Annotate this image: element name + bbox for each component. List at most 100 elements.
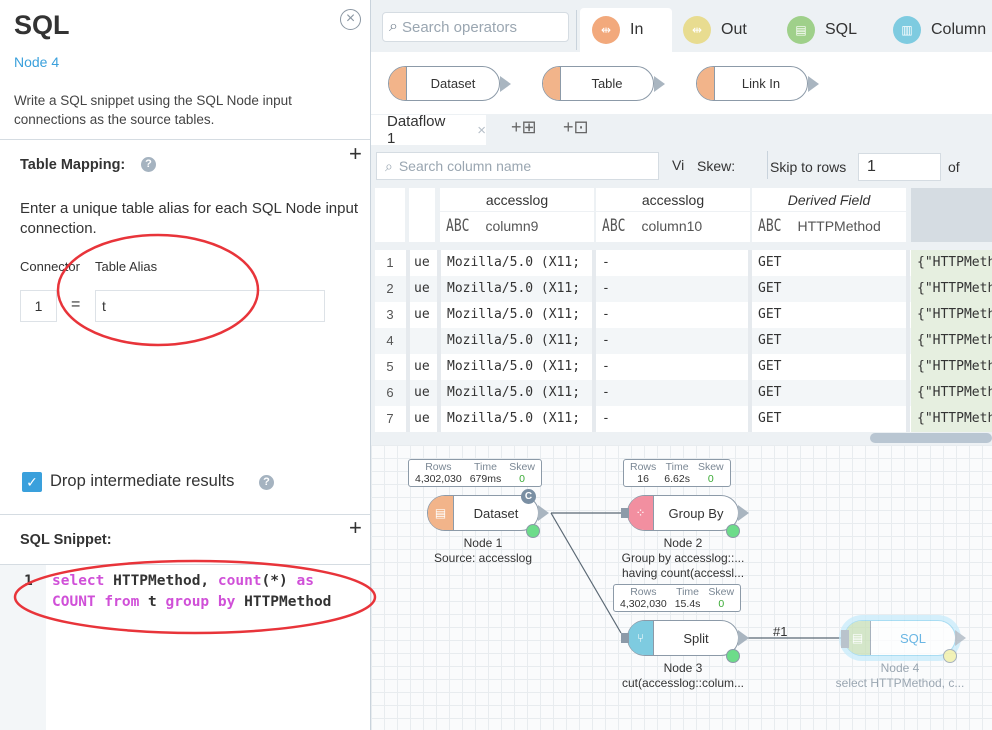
of-label: of bbox=[948, 159, 960, 175]
table-row[interactable]: 2 ue Mozilla/5.0 (X11; - GET {"HTTPMeth bbox=[375, 276, 992, 302]
cell: - bbox=[602, 333, 610, 348]
database-icon bbox=[389, 67, 407, 100]
cell: Mozilla/5.0 (X11; bbox=[441, 380, 591, 406]
panel-title: SQL bbox=[14, 10, 70, 40]
skew-label: Skew: bbox=[697, 158, 736, 174]
close-icon[interactable]: × bbox=[340, 9, 361, 30]
stat-rows: 4,302,030 bbox=[620, 598, 667, 610]
column-source: accesslog bbox=[596, 188, 750, 212]
operator-palette: Dataset Table Link In bbox=[371, 52, 992, 114]
sql-text: t bbox=[139, 594, 166, 610]
table-row[interactable]: 6 ue Mozilla/5.0 (X11; - GET {"HTTPMeth bbox=[375, 380, 992, 406]
sql-editor[interactable]: select HTTPMethod, count(*) as COUNT fro… bbox=[52, 571, 367, 613]
stat-rows: 16 bbox=[637, 473, 649, 485]
cell: Mozilla/5.0 (X11; bbox=[441, 302, 591, 328]
add-dataflow-button[interactable]: +⊞ bbox=[511, 117, 537, 138]
cell: - bbox=[602, 385, 610, 400]
table-row[interactable]: 3 ue Mozilla/5.0 (X11; - GET {"HTTPMeth bbox=[375, 302, 992, 328]
cell: {"HTTPMeth bbox=[911, 406, 992, 432]
node-name: Node 2 bbox=[663, 536, 703, 550]
row-number: 2 bbox=[386, 281, 394, 296]
column-header[interactable]: Derived Field ABC HTTPMethod bbox=[752, 188, 906, 242]
connector-number: 1 bbox=[20, 290, 57, 322]
operator-label: Table bbox=[591, 76, 623, 91]
sql-icon: ▤ bbox=[787, 16, 815, 44]
string-type-icon: ABC bbox=[602, 216, 626, 236]
panel-description: Write a SQL snippet using the SQL Node i… bbox=[14, 93, 292, 127]
operator-search[interactable]: ⌕ Search operators bbox=[382, 12, 569, 42]
column-icon: ▥ bbox=[893, 16, 921, 44]
divider bbox=[576, 10, 577, 50]
skip-rows-input[interactable]: 1 bbox=[858, 153, 941, 181]
stat-header: Rows bbox=[425, 461, 452, 473]
tab-sql[interactable]: ▤ SQL bbox=[775, 8, 857, 52]
help-icon[interactable]: ? bbox=[259, 475, 274, 490]
node-name: Node 3 bbox=[663, 661, 703, 675]
help-icon[interactable]: ? bbox=[141, 157, 156, 172]
tab-dataflow-1[interactable]: Dataflow 1 × bbox=[371, 113, 486, 147]
input-port[interactable] bbox=[621, 633, 629, 643]
column-name: column10 bbox=[641, 218, 703, 234]
cell: GET bbox=[758, 359, 782, 374]
split-icon: ⑂ bbox=[628, 621, 654, 655]
column-name: column9 bbox=[485, 218, 539, 234]
cell: ue bbox=[414, 255, 430, 270]
table-row[interactable]: 7 ue Mozilla/5.0 (X11; - GET {"HTTPMeth bbox=[375, 406, 992, 432]
column-source: Derived Field bbox=[752, 188, 906, 212]
column-search-input[interactable]: Search column name bbox=[399, 158, 531, 174]
input-port[interactable] bbox=[841, 630, 849, 648]
sql-keyword: group bbox=[165, 594, 210, 610]
edge-label: #1 bbox=[773, 624, 788, 639]
node-caption: Node 4 select HTTPMethod, c... bbox=[825, 661, 975, 691]
cell: GET bbox=[758, 281, 782, 296]
operator-dataset[interactable]: Dataset bbox=[388, 66, 511, 101]
tab-column[interactable]: ▥ Column bbox=[881, 8, 986, 52]
cell: ue bbox=[414, 385, 430, 400]
column-search[interactable]: ⌕ Search column name bbox=[376, 152, 659, 180]
node-description: Group by accesslog::... bbox=[621, 551, 745, 565]
drop-intermediate-label: Drop intermediate results bbox=[50, 472, 235, 490]
node-description: Source: accesslog bbox=[433, 551, 533, 565]
add-mapping-button[interactable]: + bbox=[349, 141, 362, 167]
tab-out[interactable]: ⇹ Out bbox=[671, 8, 747, 52]
close-tab-icon[interactable]: × bbox=[477, 122, 486, 139]
cell: {"HTTPMeth bbox=[911, 380, 992, 406]
node-caption: Node 3 cut(accesslog::colum... bbox=[608, 661, 758, 691]
node-label: Dataset bbox=[473, 505, 519, 521]
stat-header: Rows bbox=[630, 461, 657, 473]
node-label: Split bbox=[683, 630, 709, 646]
column-header[interactable]: accesslog ABC column10 bbox=[596, 188, 750, 242]
dataflow-canvas[interactable]: Rows 4,302,030 Time 679ms Skew 0 ▤ Dataset … bbox=[371, 445, 992, 730]
operator-search-input[interactable]: Search operators bbox=[402, 19, 517, 36]
node-sql[interactable]: ▤ SQL bbox=[844, 620, 966, 663]
node-caption: Node 1 Source: accesslog bbox=[408, 536, 558, 566]
row-number: 7 bbox=[386, 411, 394, 426]
divider bbox=[0, 139, 370, 140]
operator-link-in[interactable]: Link In bbox=[696, 66, 819, 101]
column-header[interactable] bbox=[409, 188, 435, 242]
string-type-icon: ABC bbox=[446, 216, 470, 236]
input-port[interactable] bbox=[621, 508, 629, 518]
table-row[interactable]: 1 ue Mozilla/5.0 (X11; - GET {"HTTPMeth bbox=[375, 250, 992, 276]
horizontal-scrollbar[interactable] bbox=[870, 433, 992, 443]
node-stats: Rows 4,302,030 Time 15.4s Skew 0 bbox=[613, 584, 742, 612]
tab-in[interactable]: ⇹ In bbox=[580, 8, 672, 52]
add-snippet-button[interactable]: + bbox=[349, 515, 362, 541]
table-row[interactable]: 4 Mozilla/5.0 (X11; - GET {"HTTPMeth bbox=[375, 328, 992, 354]
table-row[interactable]: 5 ue Mozilla/5.0 (X11; - GET {"HTTPMeth bbox=[375, 354, 992, 380]
sql-text: HTTPMethod bbox=[235, 594, 332, 610]
column-header[interactable]: accesslog ABC column9 bbox=[440, 188, 594, 242]
cell: Mozilla/5.0 (X11; bbox=[441, 276, 591, 302]
node-split[interactable]: ⑂ Split bbox=[627, 620, 749, 663]
stat-time: 6.62s bbox=[664, 473, 690, 485]
add-sql-console-button[interactable]: +⊡ bbox=[563, 117, 589, 138]
search-icon: ⌕ bbox=[389, 18, 398, 35]
operator-table[interactable]: Table bbox=[542, 66, 665, 101]
node-label: SQL bbox=[899, 630, 926, 646]
cell: GET bbox=[758, 333, 782, 348]
cell: - bbox=[602, 255, 610, 270]
node-group-by[interactable]: ⁘ Group By bbox=[627, 495, 749, 538]
table-alias-input[interactable]: t bbox=[95, 290, 325, 322]
drop-intermediate-checkbox[interactable]: ✓ bbox=[22, 472, 42, 492]
stat-skew: 0 bbox=[519, 473, 525, 485]
